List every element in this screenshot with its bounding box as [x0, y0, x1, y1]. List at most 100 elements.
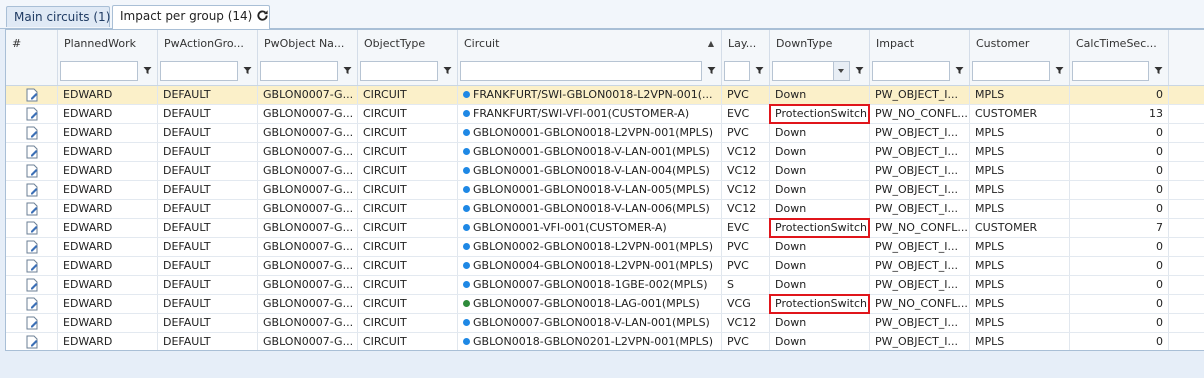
edit-document-icon[interactable]	[25, 278, 39, 292]
cell-circuit: GBLON0007-GBLON0018-V-LAN-001(MPLS)	[458, 314, 722, 332]
cell-downtype: Down	[770, 143, 870, 161]
cell-idx	[6, 143, 58, 161]
table-row[interactable]: EDWARD DEFAULT GBLON0007-G... CIRCUIT GBLON0…	[6, 257, 1204, 276]
cell-text: GBLON0001-GBLON0018-V-LAN-005(MPLS)	[473, 183, 710, 196]
table-row[interactable]: EDWARD DEFAULT GBLON0007-G... CIRCUIT GBLON0…	[6, 218, 1204, 238]
edit-document-icon[interactable]	[25, 316, 39, 330]
cell-otype: CIRCUIT	[358, 219, 458, 237]
filter-input-impact[interactable]	[872, 61, 950, 81]
filter-input-planned[interactable]	[60, 61, 138, 81]
refresh-icon[interactable]	[256, 9, 269, 22]
edit-document-icon[interactable]	[25, 335, 39, 349]
cell-otype: CIRCUIT	[358, 314, 458, 332]
table-row[interactable]: EDWARD DEFAULT GBLON0007-G... CIRCUIT FRANKF…	[6, 86, 1204, 105]
filter-icon[interactable]	[1055, 66, 1064, 75]
filter-input-layer[interactable]	[724, 61, 750, 81]
column-header-downtype[interactable]: DownType	[770, 30, 870, 58]
column-header-object[interactable]: PwObject Na...	[258, 30, 358, 58]
column-header-calc[interactable]: CalcTimeSec...	[1070, 30, 1169, 58]
filter-icon[interactable]	[143, 66, 152, 75]
filter-icon[interactable]	[1154, 66, 1163, 75]
filter-icon[interactable]	[707, 66, 716, 75]
table-row[interactable]: EDWARD DEFAULT GBLON0007-G... CIRCUIT GBLON0…	[6, 162, 1204, 181]
filter-icon[interactable]	[855, 66, 864, 75]
cell-text: CIRCUIT	[363, 316, 407, 329]
tab-impact-per-group[interactable]: Impact per group (14)	[112, 5, 270, 29]
cell-text: PW_OBJECT_I...	[875, 183, 959, 196]
cell-text: 0	[1156, 316, 1163, 329]
cell-calc: 0	[1070, 86, 1169, 104]
filter-input-action[interactable]	[160, 61, 238, 81]
column-header-planned[interactable]: PlannedWork	[58, 30, 158, 58]
cell-calc: 0	[1070, 257, 1169, 275]
cell-text: 0	[1156, 126, 1163, 139]
filter-input-otype[interactable]	[360, 61, 438, 81]
cell-text: DEFAULT	[163, 316, 211, 329]
cell-text: GBLON0007-G...	[263, 107, 354, 120]
cell-downtype: Down	[770, 314, 870, 332]
edit-document-icon[interactable]	[25, 183, 39, 197]
column-header-label: DownType	[776, 37, 833, 50]
filter-icon[interactable]	[443, 66, 452, 75]
cell-text: Down	[775, 145, 807, 158]
filter-icon[interactable]	[955, 66, 964, 75]
cell-text: GBLON0007-G...	[263, 335, 354, 348]
cell-text: PW_OBJECT_I...	[875, 202, 959, 215]
chevron-down-icon[interactable]	[833, 62, 849, 80]
edit-document-icon[interactable]	[25, 240, 39, 254]
edit-document-icon[interactable]	[25, 107, 39, 121]
filter-dropdown-downtype[interactable]	[772, 61, 850, 81]
edit-document-icon[interactable]	[25, 88, 39, 102]
edit-document-icon[interactable]	[25, 164, 39, 178]
edit-document-icon[interactable]	[25, 145, 39, 159]
cell-text: 7	[1156, 221, 1163, 234]
cell-impact: PW_OBJECT_I...	[870, 333, 970, 350]
cell-calc: 0	[1070, 314, 1169, 332]
filter-icon[interactable]	[755, 66, 764, 75]
cell-impact: PW_OBJECT_I...	[870, 124, 970, 142]
filter-input-object[interactable]	[260, 61, 338, 81]
filter-input-customer[interactable]	[972, 61, 1050, 81]
table-row[interactable]: EDWARD DEFAULT GBLON0007-G... CIRCUIT GBLON0…	[6, 143, 1204, 162]
cell-text: EDWARD	[63, 145, 113, 158]
table-row[interactable]: EDWARD DEFAULT GBLON0007-G... CIRCUIT GBLON0…	[6, 276, 1204, 295]
cell-object: GBLON0007-G...	[258, 314, 358, 332]
cell-idx	[6, 162, 58, 180]
filter-input-calc[interactable]	[1072, 61, 1149, 81]
column-header-otype[interactable]: ObjectType	[358, 30, 458, 58]
cell-downtype: Down	[770, 276, 870, 294]
edit-document-icon[interactable]	[25, 126, 39, 140]
cell-layer: VC12	[722, 143, 770, 161]
column-header-customer[interactable]: Customer	[970, 30, 1070, 58]
cell-idx	[6, 219, 58, 237]
cell-text: PW_NO_CONFL...	[875, 107, 968, 120]
table-row[interactable]: EDWARD DEFAULT GBLON0007-G... CIRCUIT GBLON0…	[6, 238, 1204, 257]
column-header-impact[interactable]: Impact	[870, 30, 970, 58]
table-row[interactable]: EDWARD DEFAULT GBLON0007-G... CIRCUIT GBLON0…	[6, 124, 1204, 143]
table-row[interactable]: EDWARD DEFAULT GBLON0007-G... CIRCUIT GBLON0…	[6, 181, 1204, 200]
cell-text: CIRCUIT	[363, 221, 407, 234]
table-row[interactable]: EDWARD DEFAULT GBLON0007-G... CIRCUIT FRANKF…	[6, 104, 1204, 124]
filter-icon[interactable]	[243, 66, 252, 75]
table-row[interactable]: EDWARD DEFAULT GBLON0007-G... CIRCUIT GBLON0…	[6, 200, 1204, 219]
table-row[interactable]: EDWARD DEFAULT GBLON0007-G... CIRCUIT GBLON0…	[6, 294, 1204, 314]
cell-text: 0	[1156, 183, 1163, 196]
cell-impact: PW_OBJECT_I...	[870, 238, 970, 256]
column-header-circuit[interactable]: Circuit ▲	[458, 30, 722, 58]
table-row[interactable]: EDWARD DEFAULT GBLON0007-G... CIRCUIT GBLON0…	[6, 333, 1204, 350]
column-header-action[interactable]: PwActionGro...	[158, 30, 258, 58]
filter-input-circuit[interactable]	[460, 61, 702, 81]
filter-icon[interactable]	[343, 66, 352, 75]
column-header-label: CalcTimeSec...	[1076, 37, 1157, 50]
cell-text: DEFAULT	[163, 202, 211, 215]
column-header-idx[interactable]: #	[6, 30, 58, 58]
column-header-layer[interactable]: Lay...	[722, 30, 770, 58]
edit-document-icon[interactable]	[25, 259, 39, 273]
edit-document-icon[interactable]	[25, 297, 39, 311]
tab-main-circuits[interactable]: Main circuits (1)	[6, 6, 110, 27]
cell-otype: CIRCUIT	[358, 181, 458, 199]
edit-document-icon[interactable]	[25, 202, 39, 216]
cell-object: GBLON0007-G...	[258, 200, 358, 218]
table-row[interactable]: EDWARD DEFAULT GBLON0007-G... CIRCUIT GBLON0…	[6, 314, 1204, 333]
edit-document-icon[interactable]	[25, 221, 39, 235]
